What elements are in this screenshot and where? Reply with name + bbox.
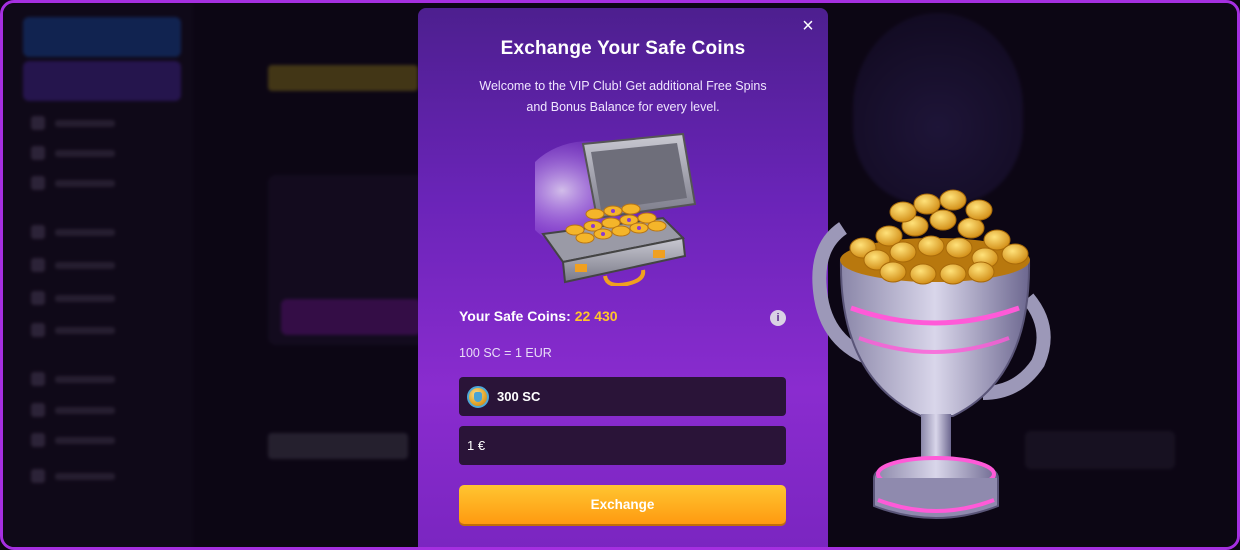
exchange-modal: × Exchange Your Safe Coins Welcome to th…	[418, 8, 828, 547]
trophy-image	[812, 189, 1051, 519]
balance-value: 22 430	[574, 308, 618, 324]
app-frame: × Exchange Your Safe Coins Welcome to th…	[0, 0, 1240, 550]
safe-coins-input[interactable]: 300 SC	[459, 377, 786, 416]
coin-chest-image	[535, 132, 697, 286]
eur-amount-field[interactable]: 1 €	[459, 426, 786, 465]
exchange-button[interactable]: Exchange	[459, 485, 786, 524]
close-icon[interactable]: ×	[798, 16, 818, 36]
balance-label: Your Safe Coins:	[459, 308, 571, 324]
exchange-rate-text: 100 SC = 1 EUR	[459, 346, 552, 360]
safe-coins-balance: Your Safe Coins: 22 430	[459, 308, 618, 324]
modal-title: Exchange Your Safe Coins	[500, 38, 746, 59]
info-icon[interactable]: i	[770, 310, 786, 326]
modal-description: Welcome to the VIP Club! Get additional …	[479, 79, 767, 114]
safe-coins-input-value: 300 SC	[497, 389, 541, 404]
safe-coin-icon	[467, 385, 489, 408]
eur-amount-value: 1 €	[467, 438, 486, 453]
